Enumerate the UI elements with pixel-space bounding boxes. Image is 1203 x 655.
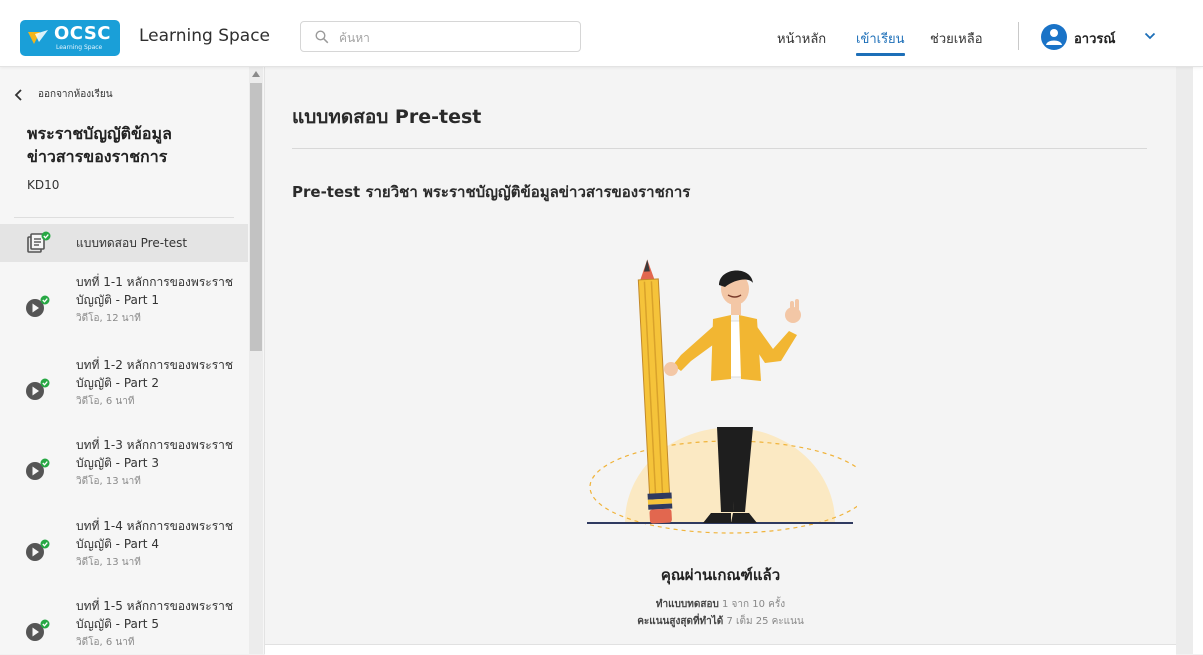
scroll-up-arrow-icon[interactable] [252, 71, 260, 77]
sidebar-item-label: บทที่ 1-3 หลักการของพระราชบัญญัติ - Part… [76, 438, 234, 470]
logo-emblem-icon [28, 30, 48, 44]
sidebar-item-lesson-1-1[interactable]: บทที่ 1-1 หลักการของพระราชบัญญัติ - Part… [0, 273, 248, 343]
app-title[interactable]: Learning Space [139, 26, 270, 46]
nav-help[interactable]: ช่วยเหลือ [930, 28, 983, 49]
success-illustration [587, 259, 857, 534]
video-check-icon [26, 458, 50, 480]
sidebar-item-meta: วิดีโอ, 6 นาที [76, 396, 135, 407]
sidebar-item-label: บทที่ 1-1 หลักการของพระราชบัญญัติ - Part… [76, 275, 234, 307]
sidebar-item-meta: วิดีโอ, 6 นาที [76, 637, 135, 648]
score-line: คะแนนสูงสุดที่ทำได้ 7 เต็ม 25 คะแนน [265, 614, 1176, 629]
chevron-left-icon [14, 89, 22, 101]
score-value: 7 เต็ม 25 คะแนน [726, 616, 804, 627]
nav-active-indicator [856, 53, 905, 56]
back-link-label: ออกจากห้องเรียน [38, 89, 113, 100]
page-title: แบบทดสอบ Pre-test [292, 106, 482, 128]
score-label: คะแนนสูงสุดที่ทำได้ [637, 616, 724, 627]
user-name[interactable]: อาวรณ์ [1074, 28, 1115, 49]
sidebar-item-lesson-1-4[interactable]: บทที่ 1-4 หลักการของพระราชบัญญัติ - Part… [0, 517, 248, 587]
course-sidebar: ออกจากห้องเรียน พระราชบัญญัติข้อมูลข่าวส… [0, 67, 265, 654]
user-avatar[interactable] [1041, 24, 1067, 50]
course-code: KD10 [27, 178, 60, 192]
sidebar-item-pretest[interactable]: แบบทดสอบ Pre-test [0, 224, 248, 262]
sidebar-item-label: บทที่ 1-2 หลักการของพระราชบัญญัติ - Part… [76, 358, 234, 390]
ocsc-logo[interactable]: OCSC Learning Space [20, 20, 120, 56]
video-check-icon [26, 539, 50, 561]
nav-home[interactable]: หน้าหลัก [777, 28, 826, 49]
sidebar-item-label: แบบทดสอบ Pre-test [76, 236, 188, 250]
quiz-title: Pre-test รายวิชา พระราชบัญญัติข้อมูลข่าว… [292, 183, 691, 201]
window-edge [1193, 0, 1203, 654]
sidebar-item-lesson-1-3[interactable]: บทที่ 1-3 หลักการของพระราชบัญญัติ - Part… [0, 436, 248, 506]
attempts-label: ทำแบบทดสอบ [655, 599, 719, 610]
video-check-icon [26, 295, 50, 317]
heading-divider [292, 148, 1147, 149]
video-check-icon [26, 378, 50, 400]
sidebar-divider [14, 217, 234, 218]
sidebar-scroll-thumb[interactable] [250, 83, 262, 351]
user-icon [1046, 29, 1062, 45]
sidebar-item-meta: วิดีโอ, 13 นาที [76, 557, 141, 568]
logo-subtext: Learning Space [56, 44, 103, 51]
search-icon [315, 30, 329, 44]
page-scroll-gutter[interactable] [1176, 67, 1193, 654]
main-bottom-strip [265, 644, 1176, 655]
course-title: พระราชบัญญัติข้อมูลข่าวสารของราชการ [27, 124, 172, 166]
main-content: แบบทดสอบ Pre-test Pre-test รายวิชา พระรา… [265, 67, 1176, 644]
sidebar-item-lesson-1-5[interactable]: บทที่ 1-5 หลักการของพระราชบัญญัติ - Part… [0, 597, 248, 654]
result-title: คุณผ่านเกณฑ์แล้ว [660, 566, 781, 584]
quiz-check-icon [27, 231, 51, 253]
sidebar-item-label: บทที่ 1-4 หลักการของพระราชบัญญัติ - Part… [76, 519, 234, 551]
sidebar-item-label: บทที่ 1-5 หลักการของพระราชบัญญัติ - Part… [76, 599, 234, 631]
chevron-down-icon[interactable] [1144, 32, 1156, 40]
logo-text: OCSC [54, 23, 112, 44]
search-input[interactable] [337, 27, 571, 49]
video-check-icon [26, 619, 50, 641]
attempts-line: ทำแบบทดสอบ 1 จาก 10 ครั้ง [265, 597, 1176, 612]
top-bar: OCSC Learning Space Learning Space หน้าห… [0, 0, 1203, 67]
nav-learn[interactable]: เข้าเรียน [856, 28, 905, 49]
sidebar-item-meta: วิดีโอ, 13 นาที [76, 476, 141, 487]
search-box[interactable] [300, 21, 581, 52]
sidebar-item-meta: วิดีโอ, 12 นาที [76, 313, 141, 324]
sidebar-item-lesson-1-2[interactable]: บทที่ 1-2 หลักการของพระราชบัญญัติ - Part… [0, 356, 248, 426]
nav-divider [1018, 22, 1019, 50]
attempts-value: 1 จาก 10 ครั้ง [721, 599, 786, 610]
